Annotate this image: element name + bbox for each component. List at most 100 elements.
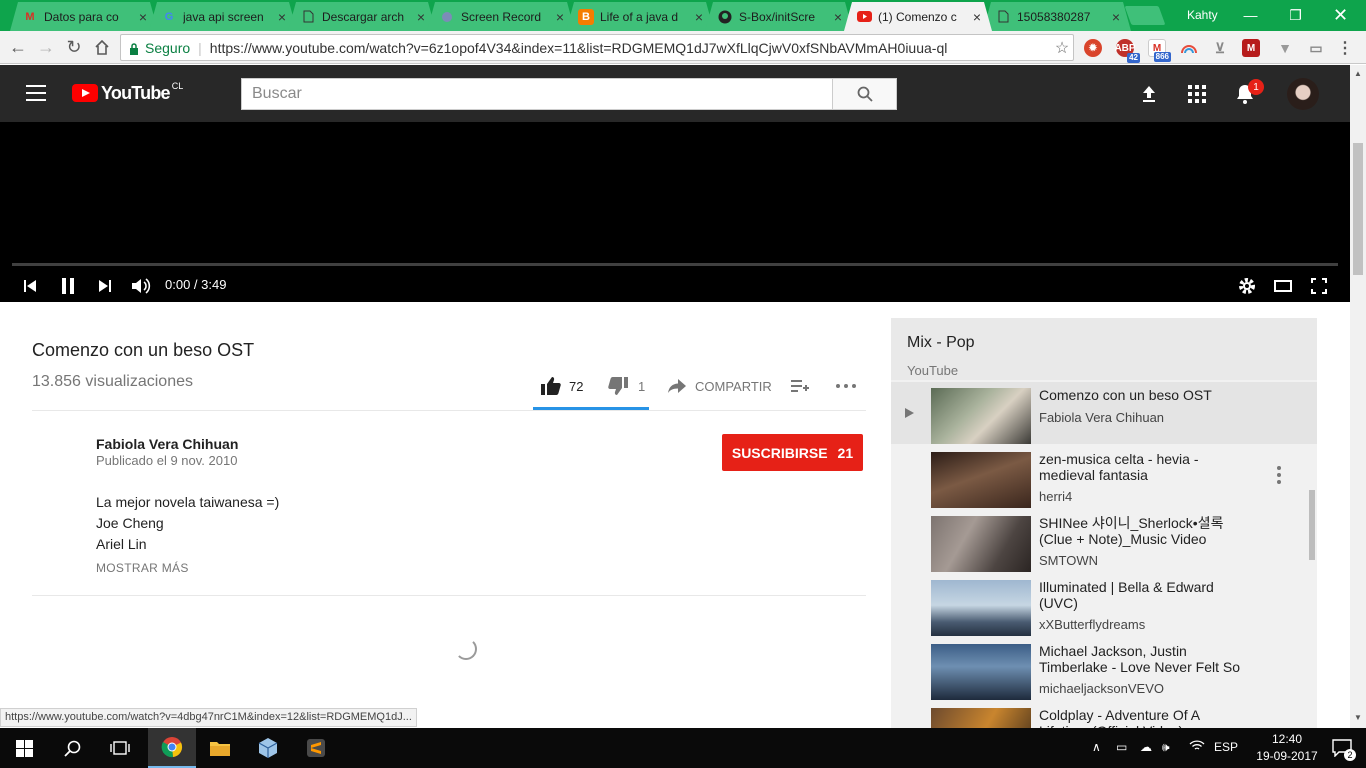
sublime-text-icon[interactable] <box>292 728 340 768</box>
show-more-button[interactable]: MOSTRAR MÁS <box>96 561 189 575</box>
task-view-icon[interactable] <box>96 728 144 768</box>
browser-tab-number[interactable]: 15058380287 × <box>983 2 1131 31</box>
windows-start-icon[interactable] <box>0 728 48 768</box>
close-tab-icon[interactable]: × <box>692 9 706 25</box>
video-player[interactable]: 0:00 / 3:49 <box>0 122 1350 302</box>
virtualbox-icon[interactable] <box>244 728 292 768</box>
browser-tab-youtube[interactable]: (1) Comenzo c × <box>844 2 992 31</box>
playlist-scrollbar[interactable] <box>1309 490 1315 560</box>
previous-video-icon[interactable] <box>20 274 40 298</box>
upload-icon[interactable] <box>1137 82 1161 106</box>
playlist-subtitle[interactable]: YouTube <box>907 363 958 378</box>
playlist-item[interactable]: Michael Jackson, Justin Timberlake - Lov… <box>891 638 1317 700</box>
like-button[interactable]: 72 <box>541 375 583 397</box>
browser-tab-github[interactable]: S-Box/initScre × <box>705 2 853 31</box>
show-hidden-icons-icon[interactable]: ∧ <box>1092 740 1101 754</box>
action-center-icon[interactable]: 2 <box>1318 728 1366 768</box>
close-tab-icon[interactable]: × <box>1109 9 1123 25</box>
adblock-icon[interactable]: ABP 42 <box>1114 39 1140 63</box>
minimize-window-icon[interactable]: — <box>1228 0 1273 30</box>
battery-icon[interactable]: ▭ <box>1116 740 1127 754</box>
close-tab-icon[interactable]: × <box>136 9 150 25</box>
close-tab-icon[interactable]: × <box>970 9 984 25</box>
video-thumbnail[interactable] <box>931 516 1031 572</box>
add-to-playlist-icon[interactable] <box>791 375 809 397</box>
subscribe-button[interactable]: SUSCRIBIRSE 21 <box>722 434 863 471</box>
search-input[interactable] <box>241 78 833 110</box>
tab-title: java api screen <box>183 9 264 24</box>
next-video-icon[interactable] <box>95 274 115 298</box>
extension-gear-icon[interactable]: ✹ <box>1084 39 1102 57</box>
page-scrollbar-thumb[interactable] <box>1353 143 1363 275</box>
inbox-extension-icon[interactable]: ⊻ <box>1211 39 1229 57</box>
mendeley-icon[interactable]: M <box>1242 39 1260 57</box>
apps-grid-icon[interactable] <box>1185 82 1209 106</box>
reload-icon[interactable]: ↻ <box>62 36 86 58</box>
close-window-icon[interactable]: ✕ <box>1318 0 1363 30</box>
browser-profile-name[interactable]: Kahty <box>1187 8 1218 22</box>
chrome-menu-icon[interactable]: ⋮ <box>1336 39 1354 57</box>
close-tab-icon[interactable]: × <box>275 9 289 25</box>
video-thumbnail[interactable] <box>931 708 1031 728</box>
dislike-button[interactable]: 1 <box>608 375 645 397</box>
close-tab-icon[interactable]: × <box>831 9 845 25</box>
back-arrow-icon[interactable]: ← <box>6 36 30 58</box>
page-scrollbar[interactable]: ▲ ▼ <box>1350 65 1366 728</box>
search-icon[interactable] <box>48 728 96 768</box>
video-thumbnail[interactable] <box>931 388 1031 444</box>
file-explorer-icon[interactable] <box>196 728 244 768</box>
browser-tab-google[interactable]: G java api screen × <box>149 2 297 31</box>
scroll-up-arrow-icon[interactable]: ▲ <box>1354 69 1362 78</box>
playlist-title[interactable]: Mix - Pop <box>907 334 975 352</box>
bookmark-star-icon[interactable]: ☆ <box>1051 38 1073 58</box>
tab-title: Life of a java d <box>600 9 679 24</box>
browser-tab-gmail[interactable]: M Datos para co × <box>10 2 158 31</box>
taskbar-clock[interactable]: 12:40 19-09-2017 <box>1254 731 1320 765</box>
close-tab-icon[interactable]: × <box>553 9 567 25</box>
gmail-checker-icon[interactable]: M 866 <box>1148 39 1171 62</box>
playlist-item[interactable]: Comenzo con un beso OST Fabiola Vera Chi… <box>891 382 1317 444</box>
close-tab-icon[interactable]: × <box>414 9 428 25</box>
guide-menu-icon[interactable] <box>26 85 46 101</box>
address-bar[interactable]: Seguro | https://www.youtube.com/watch?v… <box>120 34 1074 61</box>
chrome-taskbar-icon[interactable] <box>148 728 196 768</box>
url-text[interactable]: https://www.youtube.com/watch?v=6z1opof4… <box>210 40 1051 56</box>
new-tab-button[interactable] <box>1124 6 1166 25</box>
playlist-item[interactable]: Coldplay - Adventure Of A Lifetime (Offi… <box>891 702 1317 728</box>
theater-mode-icon[interactable] <box>1272 274 1294 298</box>
browser-tab-blogger[interactable]: B Life of a java d × <box>566 2 714 31</box>
video-thumbnail[interactable] <box>931 644 1031 700</box>
fullscreen-icon[interactable] <box>1308 274 1330 298</box>
more-actions-icon[interactable] <box>836 375 856 397</box>
settings-gear-icon[interactable] <box>1236 274 1258 298</box>
playlist-item[interactable]: zen-musica celta - hevia - medieval fant… <box>891 446 1317 508</box>
share-button[interactable]: COMPARTIR <box>668 375 772 397</box>
input-language[interactable]: ESP <box>1214 740 1238 754</box>
home-icon[interactable] <box>90 36 114 58</box>
volume-icon[interactable] <box>130 274 152 298</box>
maximize-window-icon[interactable]: ❐ <box>1273 0 1318 30</box>
scroll-down-arrow-icon[interactable]: ▼ <box>1354 713 1362 722</box>
search-button[interactable] <box>832 78 897 110</box>
item-menu-icon[interactable] <box>1277 466 1283 486</box>
search-icon <box>857 86 873 102</box>
forward-arrow-icon[interactable]: → <box>34 36 58 58</box>
video-thumbnail[interactable] <box>931 580 1031 636</box>
video-thumbnail[interactable] <box>931 452 1031 508</box>
pause-icon[interactable] <box>58 274 78 298</box>
rainbow-extension-icon[interactable] <box>1180 39 1198 57</box>
playlist-item[interactable]: SHINee 샤이니_Sherlock•셜록 (Clue + Note)_Mus… <box>891 510 1317 572</box>
channel-name[interactable]: Fabiola Vera Chihuan <box>96 436 238 452</box>
browser-tab-descargar[interactable]: Descargar arch × <box>288 2 436 31</box>
video-progress-bar[interactable] <box>12 263 1338 266</box>
youtube-logo[interactable]: YouTube CL <box>72 81 183 104</box>
playlist-item[interactable]: Illuminated | Bella & Edward (UVC) xXBut… <box>891 574 1317 636</box>
user-avatar[interactable] <box>1287 78 1319 110</box>
onedrive-cloud-icon[interactable]: ☁ <box>1140 740 1152 754</box>
status-bar-url: https://www.youtube.com/watch?v=4dbg47nr… <box>0 708 417 727</box>
wifi-icon[interactable] <box>1189 740 1205 755</box>
vuetify-extension-icon[interactable]: ▼ <box>1276 39 1294 57</box>
page-extension-icon[interactable]: ▭ <box>1307 39 1325 57</box>
browser-tab-screen-record[interactable]: Screen Record × <box>427 2 575 31</box>
volume-tray-icon[interactable]: 🕪 <box>1162 740 1170 755</box>
